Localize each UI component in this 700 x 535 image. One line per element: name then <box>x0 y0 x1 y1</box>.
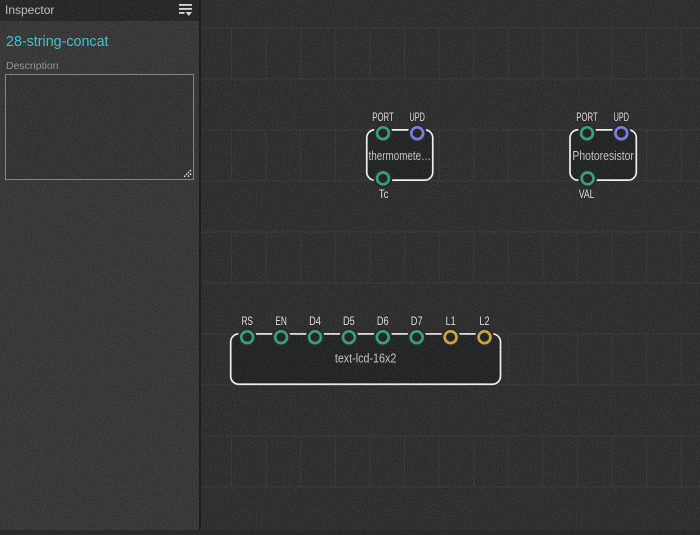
svg-text:D4: D4 <box>309 316 321 328</box>
svg-text:PORT: PORT <box>576 112 597 124</box>
svg-text:RS: RS <box>241 316 253 328</box>
svg-text:D7: D7 <box>411 316 423 328</box>
svg-text:UPD: UPD <box>410 112 425 124</box>
svg-text:EN: EN <box>275 316 287 328</box>
svg-text:D6: D6 <box>377 316 389 328</box>
svg-text:Photoresistor: Photoresistor <box>572 149 634 163</box>
svg-text:text-lcd-16x2: text-lcd-16x2 <box>335 352 397 366</box>
svg-text:D5: D5 <box>343 316 355 328</box>
svg-text:UPD: UPD <box>614 112 629 124</box>
svg-text:PORT: PORT <box>372 112 393 124</box>
svg-text:L1: L1 <box>446 316 456 328</box>
svg-text:L2: L2 <box>479 316 489 328</box>
svg-text:Tc: Tc <box>379 189 389 201</box>
svg-text:VAL: VAL <box>579 189 595 201</box>
svg-text:thermomete…: thermomete… <box>369 149 432 163</box>
